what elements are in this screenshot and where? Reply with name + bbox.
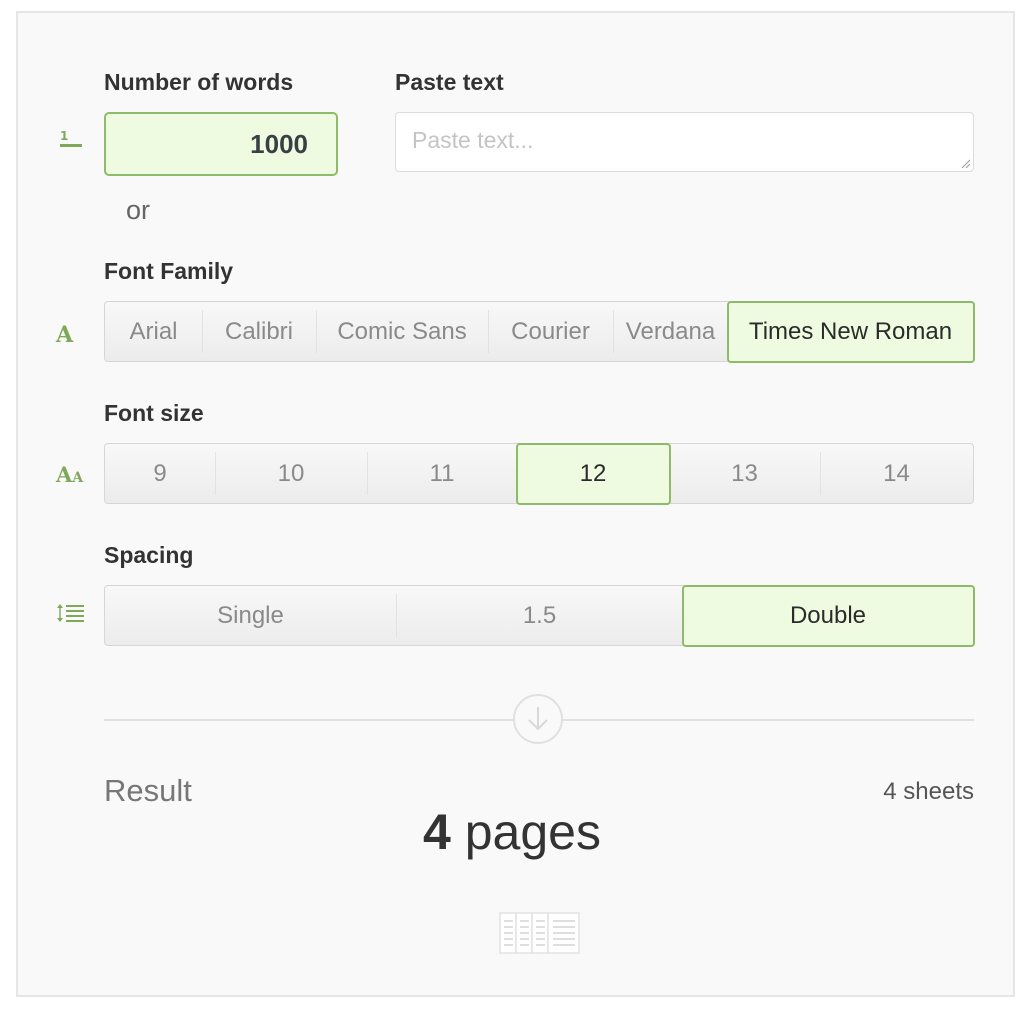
- arrow-down-icon: [513, 694, 563, 744]
- pages-number: 4: [423, 804, 451, 860]
- words-label: Number of words: [104, 69, 294, 95]
- size-option-9[interactable]: 9: [105, 444, 215, 503]
- font-option-times-new-roman[interactable]: Times New Roman: [726, 300, 975, 363]
- paste-label: Paste text: [395, 69, 504, 95]
- font-letter-icon: A: [56, 322, 74, 348]
- spacing-selector: Single 1.5 Double: [104, 584, 975, 647]
- size-option-13[interactable]: 13: [669, 444, 820, 503]
- font-option-comic-sans[interactable]: Comic Sans: [316, 302, 488, 361]
- font-option-arial[interactable]: Arial: [105, 302, 202, 361]
- font-size-icon: AA: [56, 462, 84, 487]
- size-option-11[interactable]: 11: [367, 444, 517, 503]
- size-option-14[interactable]: 14: [820, 444, 973, 503]
- spacing-option-1-5[interactable]: 1.5: [396, 586, 683, 645]
- spacing-label: Spacing: [104, 542, 194, 568]
- paste-placeholder: Paste text...: [412, 127, 534, 153]
- svg-text:1: 1: [60, 129, 68, 143]
- word-count-icon: 1: [58, 128, 84, 154]
- words-input[interactable]: 1000: [104, 112, 338, 176]
- size-option-12[interactable]: 12: [515, 442, 671, 505]
- or-text: or: [126, 195, 151, 225]
- sheets-count: 4 sheets: [883, 778, 974, 805]
- font-size-selector: 9 10 11 12 13 14: [104, 442, 974, 505]
- pages-unit: pages: [464, 804, 601, 860]
- font-family-selector: Arial Calibri Comic Sans Courier Verdana…: [104, 300, 975, 363]
- sheets-icon: [498, 911, 582, 960]
- paste-textarea[interactable]: Paste text...: [395, 112, 974, 172]
- size-option-10[interactable]: 10: [215, 444, 367, 503]
- spacing-option-single[interactable]: Single: [105, 586, 396, 645]
- font-size-label: Font size: [104, 400, 204, 426]
- spacing-option-double[interactable]: Double: [681, 584, 975, 647]
- font-option-courier[interactable]: Courier: [488, 302, 613, 361]
- pages-result: 4 pages: [0, 803, 1024, 861]
- font-family-label: Font Family: [104, 258, 234, 284]
- line-spacing-icon: [56, 603, 86, 627]
- resize-handle-icon[interactable]: [960, 158, 970, 168]
- font-option-verdana[interactable]: Verdana: [613, 302, 728, 361]
- font-option-calibri[interactable]: Calibri: [202, 302, 316, 361]
